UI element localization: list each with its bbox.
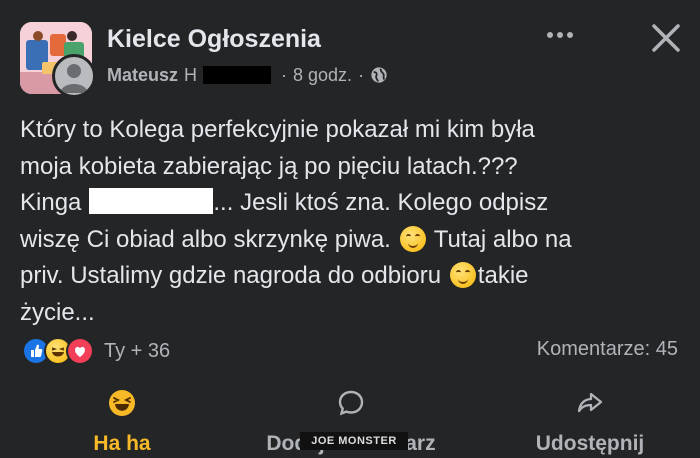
haha-icon xyxy=(109,390,135,416)
author-name-initial: H xyxy=(184,64,198,85)
smile-emoji-icon xyxy=(449,262,476,288)
more-options-button[interactable] xyxy=(538,20,582,50)
meta-separator: · xyxy=(281,64,288,85)
post-text-line: moja kobieta zabierając ją po pięciu lat… xyxy=(20,152,518,180)
post-body: Który to Kolega perfekcyjnie pokazał mi … xyxy=(20,112,685,331)
post-header: Kielce Ogłoszenia Mateusz H · 8 godz. · xyxy=(0,0,700,100)
share-label: Udostępnij xyxy=(535,432,645,455)
reaction-summary[interactable]: Ty + 36 xyxy=(22,336,170,366)
post-text-line: Kinga ... Jesli ktoś zna. Kolego odpisz xyxy=(20,185,685,222)
post-time[interactable]: 8 godz. xyxy=(293,65,352,86)
watermark-logo: JOE MONSTER xyxy=(300,432,408,450)
post-text-line: Który to Kolega perfekcyjnie pokazał mi … xyxy=(20,116,535,143)
author-name[interactable]: Mateusz xyxy=(107,65,178,86)
post-text-fragment: Tutaj albo na xyxy=(433,225,572,253)
author-avatar[interactable] xyxy=(52,54,96,98)
post-text-line: priv. Ustalimy gdzie nagroda do odbioru … xyxy=(20,258,685,295)
wink-emoji-icon xyxy=(399,225,426,252)
more-horizontal-icon-dot xyxy=(547,32,553,38)
post-text-line: życie... xyxy=(20,298,95,326)
more-horizontal-icon-dot xyxy=(557,32,563,38)
close-icon[interactable] xyxy=(644,16,688,60)
reaction-count: Ty + 36 xyxy=(104,339,171,362)
post-text-fragment: ... Jesli ktoś zna. Kolego odpisz xyxy=(213,189,549,216)
post-text-fragment: wiszę Ci obiad albo skrzynkę piwa. xyxy=(20,225,391,253)
redaction-bar xyxy=(203,66,272,84)
more-horizontal-icon-dot xyxy=(567,32,573,38)
haha-label: Ha ha xyxy=(93,432,151,455)
share-icon xyxy=(577,392,603,413)
watermark-text: JOE MONSTER xyxy=(311,435,397,447)
meta-separator-2: · xyxy=(358,64,365,85)
globe-icon xyxy=(371,67,387,83)
post-meta: Mateusz H · 8 godz. · xyxy=(107,62,388,88)
comment-icon xyxy=(338,390,364,416)
default-user-icon xyxy=(60,64,88,93)
post-text-fragment: priv. Ustalimy gdzie nagroda do odbioru xyxy=(20,262,442,289)
post-text-line: wiszę Ci obiad albo skrzynkę piwa. Tutaj… xyxy=(20,222,685,259)
haha-button[interactable]: Ha ha xyxy=(72,380,172,458)
redaction-box xyxy=(89,188,214,214)
comments-count[interactable]: Komentarze: 45 xyxy=(537,338,678,361)
share-button[interactable]: Udostępnij xyxy=(510,380,670,458)
post-text-fragment: Kinga xyxy=(20,189,82,216)
post-text-fragment: takie xyxy=(477,262,529,289)
love-icon xyxy=(66,337,94,365)
group-name[interactable]: Kielce Ogłoszenia xyxy=(107,25,321,54)
